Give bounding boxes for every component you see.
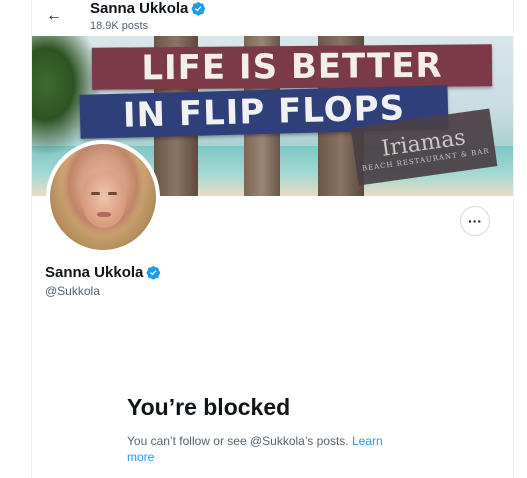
banner-sign-top: LIFE IS BETTER xyxy=(91,44,493,90)
more-horizontal-icon: ··· xyxy=(468,213,482,229)
page-gutter xyxy=(0,0,31,478)
arrow-left-icon: ← xyxy=(46,7,62,24)
profile-name-text: Sanna Ukkola xyxy=(45,264,144,281)
profile-name: Sanna Ukkola xyxy=(45,264,161,281)
verified-badge-icon[interactable] xyxy=(146,265,161,280)
avatar-lips xyxy=(97,212,111,217)
blocked-notice: You’re blocked You can’t follow or see @… xyxy=(127,394,397,465)
profile-column: ← Sanna Ukkola 18.9K posts LIFE IS BETTE… xyxy=(31,0,514,478)
header-name-text: Sanna Ukkola xyxy=(90,0,189,17)
blocked-message: You can’t follow or see @Sukkola’s posts… xyxy=(127,433,397,465)
header-post-count: 18.9K posts xyxy=(90,20,149,32)
blocked-title: You’re blocked xyxy=(127,394,291,420)
profile-header-bar: ← Sanna Ukkola 18.9K posts xyxy=(32,0,513,36)
more-button[interactable]: ··· xyxy=(460,206,490,236)
profile-handle: @Sukkola xyxy=(45,284,100,298)
header-name: Sanna Ukkola xyxy=(90,0,206,17)
verified-badge-icon xyxy=(192,2,206,16)
avatar-eye xyxy=(108,192,117,195)
avatar-eye xyxy=(91,192,100,195)
avatar-face xyxy=(82,170,126,228)
avatar[interactable] xyxy=(46,140,160,254)
blocked-message-text: You can’t follow or see @Sukkola’s posts… xyxy=(127,434,349,448)
back-button[interactable]: ← xyxy=(42,4,66,28)
